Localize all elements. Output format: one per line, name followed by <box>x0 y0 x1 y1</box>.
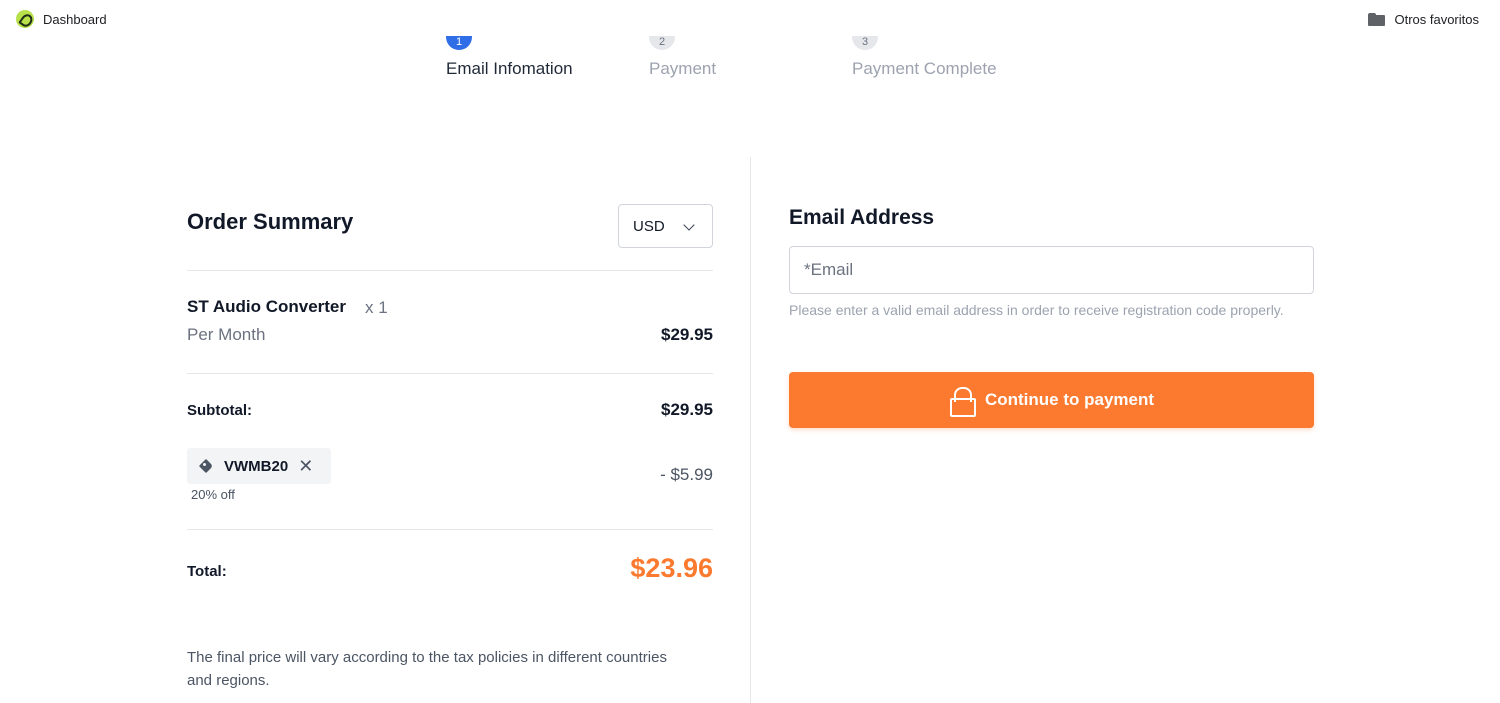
bookmark-other-favorites[interactable]: Otros favoritos <box>1368 9 1479 29</box>
email-help-text: Please enter a valid email address in or… <box>789 302 1284 318</box>
total-label: Total: <box>187 563 227 580</box>
continue-to-payment-button[interactable]: Continue to payment <box>789 372 1314 428</box>
step-1-number: 1 <box>455 36 463 48</box>
subtotal-label: Subtotal: <box>187 402 252 419</box>
total-value: $23.96 <box>630 553 713 583</box>
step-1-indicator: 1 <box>446 36 472 50</box>
bookmark-other-favorites-label: Otros favoritos <box>1394 11 1479 27</box>
discount-value: - $5.99 <box>660 465 713 484</box>
column-divider <box>750 157 751 703</box>
currency-value: USD <box>633 217 665 235</box>
currency-select[interactable]: USD <box>618 204 713 248</box>
step-3-number: 3 <box>861 36 869 48</box>
folder-icon <box>1368 12 1386 26</box>
divider <box>187 373 713 374</box>
step-2-number: 2 <box>658 36 666 48</box>
tag-icon <box>200 459 215 474</box>
bookmarks-bar: Dashboard Otros favoritos <box>0 0 1500 36</box>
subtotal-value: $29.95 <box>661 400 713 419</box>
step-3-label: Payment Complete <box>852 59 997 78</box>
remove-coupon-close-icon[interactable]: ✕ <box>298 457 313 475</box>
step-2-label: Payment <box>649 59 717 78</box>
step-2-indicator: 2 <box>649 36 675 50</box>
order-summary-title: Order Summary <box>187 209 354 234</box>
lock-icon <box>949 386 976 417</box>
step-1-label: Email Infomation <box>446 59 573 78</box>
product-quantity: x 1 <box>365 298 388 317</box>
email-field[interactable] <box>789 246 1314 294</box>
divider <box>187 270 713 271</box>
bookmark-dashboard-label: Dashboard <box>43 11 107 27</box>
coupon-discount-percent: 20% off <box>191 487 235 502</box>
continue-to-payment-label: Continue to payment <box>984 390 1155 409</box>
coupon-chip: VWMB20 ✕ <box>187 448 331 484</box>
bookmark-dashboard[interactable]: Dashboard <box>16 9 107 29</box>
email-section-title: Email Address <box>789 206 935 229</box>
divider <box>187 529 713 530</box>
product-price: $29.95 <box>661 325 713 344</box>
coupon-code: VWMB20 <box>224 457 289 475</box>
product-name: ST Audio Converter <box>187 297 346 316</box>
step-3-indicator: 3 <box>852 36 878 50</box>
chevron-down-icon <box>683 219 695 231</box>
product-billing-period: Per Month <box>187 325 266 344</box>
tax-note: The final price will vary according to t… <box>187 649 667 689</box>
dashboard-favicon-icon <box>16 10 34 28</box>
